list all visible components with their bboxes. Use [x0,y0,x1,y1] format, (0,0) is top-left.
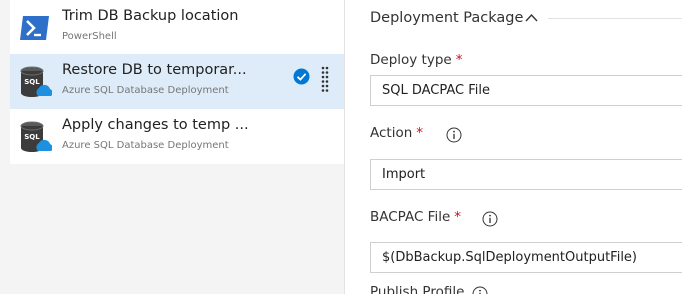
azure-sql-icon: SQL [20,121,52,152]
svg-text:SQL: SQL [24,133,40,141]
info-icon[interactable] [482,211,498,227]
info-icon[interactable] [446,127,462,143]
enabled-check-icon[interactable] [293,68,310,85]
task-item-trim-db[interactable]: Trim DB Backup location PowerShell [10,0,344,55]
info-icon[interactable] [472,286,488,294]
task-title: Trim DB Backup location [62,8,239,24]
bacpac-file-label: BACPAC File * [370,209,462,225]
section-title[interactable]: Deployment Package [370,10,523,26]
task-subtitle: Azure SQL Database Deployment [62,85,229,96]
task-config-panel: Deployment Package Deploy type * SQL DACP… [346,0,682,294]
chevron-up-icon[interactable] [524,12,539,24]
bacpac-file-input[interactable]: $(DbBackup.SqlDeploymentOutputFile) [370,242,682,273]
publish-profile-label: Publish Profile [370,284,465,294]
task-subtitle: Azure SQL Database Deployment [62,140,229,151]
azure-sql-icon: SQL [20,66,52,97]
section-divider [548,18,682,19]
task-list: Trim DB Backup location PowerShell SQL R… [0,0,345,294]
action-select[interactable]: Import [370,159,682,190]
task-title: Restore DB to temporar... [62,62,247,78]
deploy-type-select[interactable]: SQL DACPAC File [370,75,682,106]
action-label: Action * [370,125,424,141]
deploy-type-label: Deploy type * [370,52,463,68]
powershell-icon [20,16,49,40]
task-subtitle: PowerShell [62,31,117,42]
drag-handle-icon[interactable] [321,66,329,92]
task-item-apply-changes[interactable]: SQL Apply changes to temp ... Azure SQL … [10,109,344,164]
task-title: Apply changes to temp ... [62,117,249,133]
svg-text:SQL: SQL [24,78,40,86]
